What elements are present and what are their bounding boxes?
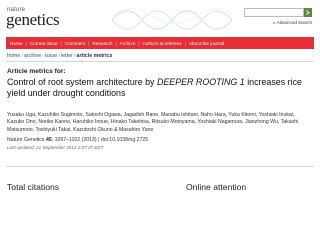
- nav-about-journal[interactable]: About the journal: [189, 41, 224, 46]
- metrics-heading: Article metrics for:: [7, 68, 66, 75]
- search-box: [244, 8, 312, 17]
- pages: 1097–1102 (2013): [54, 137, 97, 143]
- nav-separator: |: [25, 40, 27, 46]
- nav-home[interactable]: Home: [10, 41, 23, 46]
- breadcrumb-home[interactable]: home: [7, 53, 20, 59]
- article-title[interactable]: Control of root system architecture by D…: [7, 77, 307, 99]
- online-attention-heading: Online attention: [186, 182, 247, 192]
- search-input[interactable]: [244, 8, 304, 17]
- nav-separator: |: [138, 40, 140, 46]
- citation-line: Nature Genetics 45, 1097–1102 (2013) | d…: [7, 137, 149, 143]
- main-nav: Home | Current issue | Comment | Researc…: [6, 37, 314, 49]
- dna-helix-banner-icon: [112, 7, 232, 30]
- breadcrumb-archive[interactable]: archive: [24, 53, 41, 59]
- nav-current-issue[interactable]: Current issue: [30, 41, 58, 46]
- total-citations-heading: Total citations: [7, 182, 60, 192]
- nav-separator: |: [115, 40, 117, 46]
- search-go-icon[interactable]: [304, 8, 312, 17]
- last-updated: Last updated: 21 September 2014 2:07:37 …: [7, 145, 104, 150]
- advanced-search-link[interactable]: ▸Advanced search: [273, 20, 312, 26]
- doi: doi:10.1038/ng.2725: [100, 137, 149, 143]
- nav-separator: |: [88, 40, 90, 46]
- breadcrumb-issue[interactable]: issue: [45, 53, 57, 59]
- volume: 45: [45, 137, 52, 143]
- nav-comment[interactable]: Comment: [65, 41, 85, 46]
- arrow-right-icon: ▸: [273, 20, 276, 25]
- breadcrumb-letter[interactable]: letter: [61, 53, 73, 59]
- nav-authors-referees[interactable]: Authors & referees: [143, 41, 182, 46]
- divider: [6, 166, 314, 167]
- author-list: Yusaku Uga, Kazuhiko Sugimoto, Satoshi O…: [7, 112, 299, 133]
- breadcrumb: home›archive›issue›letter›article metric…: [7, 53, 113, 59]
- breadcrumb-current: article metrics: [76, 53, 113, 59]
- divider: [6, 61, 314, 62]
- advanced-search-label: Advanced search: [276, 20, 313, 25]
- nav-separator: |: [60, 40, 62, 46]
- journal-logo[interactable]: genetics: [6, 11, 60, 29]
- gene-name: DEEPER ROOTING 1: [156, 77, 245, 87]
- nav-archive[interactable]: Archive: [120, 41, 136, 46]
- nav-separator: |: [184, 40, 186, 46]
- nav-research[interactable]: Research: [92, 41, 112, 46]
- journal-name: Nature Genetics: [7, 137, 45, 143]
